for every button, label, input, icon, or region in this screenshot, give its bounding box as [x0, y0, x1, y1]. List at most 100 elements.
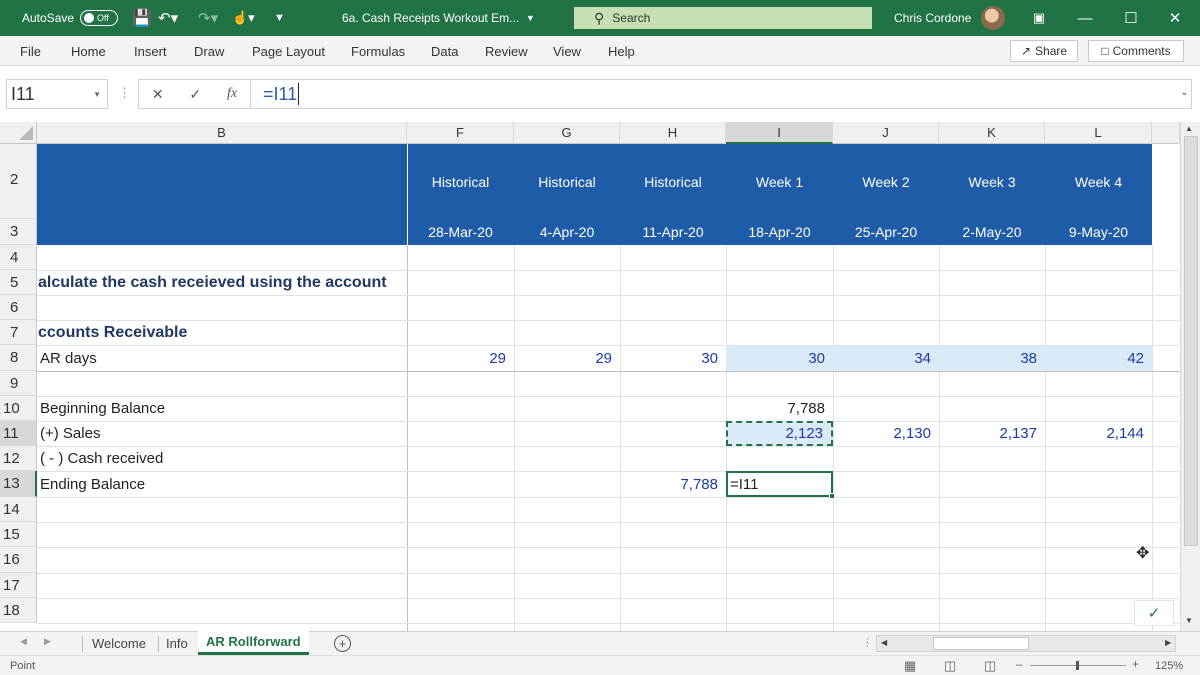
row-header-3[interactable]: 3	[0, 219, 37, 245]
sheet-tab-welcome[interactable]: Welcome	[84, 632, 154, 655]
ar-days-f[interactable]: 29	[407, 345, 514, 371]
tab-home[interactable]: Home	[71, 36, 106, 66]
autosave-control[interactable]: AutoSave Off	[22, 0, 119, 36]
row-header-2[interactable]: 2	[0, 144, 37, 219]
ar-days-j[interactable]: 34	[833, 345, 939, 371]
formula-input[interactable]: =I11	[250, 79, 1192, 109]
tab-data[interactable]: Data	[431, 36, 458, 66]
row-header-14[interactable]: 14	[0, 497, 37, 522]
normal-view-icon[interactable]: ▦	[904, 658, 916, 674]
undo-icon[interactable]: ↶▾	[158, 0, 178, 36]
beginning-balance-label[interactable]: Beginning Balance	[37, 396, 407, 421]
ending-balance-h[interactable]: 7,788	[620, 471, 726, 497]
ar-days-k[interactable]: 38	[939, 345, 1045, 371]
select-all-corner[interactable]	[0, 122, 37, 144]
next-sheet-icon[interactable]: ▶	[44, 636, 51, 647]
insert-function-icon[interactable]: fx	[227, 86, 237, 102]
tab-file[interactable]: File	[20, 36, 41, 66]
tab-insert[interactable]: Insert	[134, 36, 167, 66]
sales-l[interactable]: 2,144	[1045, 421, 1152, 446]
row-header-11[interactable]: 11	[0, 421, 37, 446]
tab-help[interactable]: Help	[608, 36, 635, 66]
user-name[interactable]: Chris Cordone	[894, 0, 971, 36]
ending-balance-label[interactable]: Ending Balance	[37, 471, 407, 497]
checkmark-icon[interactable]: ✓	[1134, 600, 1174, 626]
redo-icon[interactable]: ↷▾	[198, 0, 218, 36]
sales-k[interactable]: 2,137	[939, 421, 1045, 446]
ar-days-h[interactable]: 30	[620, 345, 726, 371]
cash-received-label[interactable]: ( - ) Cash received	[37, 446, 407, 471]
column-header-j[interactable]: J	[833, 122, 939, 144]
instruction-text[interactable]: alculate the cash receieved using the ac…	[37, 270, 407, 295]
ar-days-i[interactable]: 30	[726, 345, 833, 371]
sheet-tab-ar-rollforward[interactable]: AR Rollforward	[198, 631, 309, 655]
ar-days-g[interactable]: 29	[514, 345, 620, 371]
vertical-scrollbar[interactable]: ▲ ▼	[1180, 122, 1200, 631]
close-icon[interactable]: ✕	[1152, 0, 1198, 36]
maximize-icon[interactable]: ☐	[1108, 0, 1154, 36]
column-header-b[interactable]: B	[37, 122, 407, 144]
column-header-g[interactable]: G	[514, 122, 620, 144]
row-header-9[interactable]: 9	[0, 371, 37, 396]
expand-formula-icon[interactable]: ⌄	[1180, 87, 1188, 98]
ar-days-label[interactable]: AR days	[37, 345, 407, 371]
ar-days-l[interactable]: 42	[1045, 345, 1152, 371]
page-break-view-icon[interactable]: ◫	[984, 658, 996, 674]
comments-button[interactable]: □ Comments	[1088, 40, 1184, 62]
zoom-out-icon[interactable]: –	[1016, 657, 1023, 671]
column-header-l[interactable]: L	[1045, 122, 1152, 144]
row-header-15[interactable]: 15	[0, 522, 37, 547]
row-header-10[interactable]: 10	[0, 396, 37, 421]
row-header-16[interactable]: 16	[0, 547, 37, 573]
row-header-5[interactable]: 5	[0, 270, 37, 295]
tab-review[interactable]: Review	[485, 36, 528, 66]
beginning-balance-i[interactable]: 7,788	[726, 396, 833, 421]
column-header-k[interactable]: K	[939, 122, 1045, 144]
page-layout-view-icon[interactable]: ◫	[944, 658, 956, 674]
cancel-icon[interactable]: ✕	[152, 86, 164, 103]
zoom-slider-thumb[interactable]	[1076, 661, 1079, 670]
sales-i[interactable]: 2,123	[726, 421, 833, 446]
enter-icon[interactable]: ✓	[189, 86, 201, 103]
row-header-4[interactable]: 4	[0, 245, 37, 270]
scroll-right-icon[interactable]: ▶	[1165, 638, 1171, 647]
zoom-in-icon[interactable]: +	[1132, 657, 1139, 671]
column-header-h[interactable]: H	[620, 122, 726, 144]
document-title[interactable]: 6a. Cash Receipts Workout Em... ▼	[342, 0, 535, 36]
row-header-18[interactable]: 18	[0, 598, 37, 623]
share-button[interactable]: ↗ Share	[1010, 40, 1078, 62]
sales-j[interactable]: 2,130	[833, 421, 939, 446]
zoom-level[interactable]: 125%	[1155, 660, 1183, 672]
ribbon-display-icon[interactable]: ▣	[1016, 0, 1062, 36]
tab-view[interactable]: View	[553, 36, 581, 66]
row-header-8[interactable]: 8	[0, 345, 37, 371]
row-header-7[interactable]: 7	[0, 320, 37, 345]
tab-draw[interactable]: Draw	[194, 36, 224, 66]
section-title[interactable]: ccounts Receivable	[37, 320, 407, 345]
search-box[interactable]: ⚲ Search	[574, 7, 872, 29]
sheet-tab-info[interactable]: Info	[158, 632, 196, 655]
minimize-icon[interactable]: —	[1062, 0, 1108, 36]
row-header-6[interactable]: 6	[0, 295, 37, 320]
customize-qat-icon[interactable]: ▼	[274, 0, 285, 36]
autosave-toggle[interactable]: Off	[80, 10, 119, 26]
touch-mode-icon[interactable]: ☝▾	[232, 0, 255, 36]
save-icon[interactable]: 💾	[132, 0, 152, 36]
sales-label[interactable]: (+) Sales	[37, 421, 407, 446]
column-header-i[interactable]: I	[726, 122, 833, 144]
scroll-left-icon[interactable]: ◀	[881, 638, 887, 647]
tab-page-layout[interactable]: Page Layout	[252, 36, 325, 66]
tab-split-grip-icon[interactable]: ⋮	[862, 636, 873, 649]
scroll-thumb[interactable]	[1184, 136, 1198, 546]
avatar[interactable]	[981, 6, 1005, 30]
horizontal-scroll-thumb[interactable]	[933, 637, 1029, 650]
row-header-17[interactable]: 17	[0, 573, 37, 598]
prev-sheet-icon[interactable]: ◀	[20, 636, 27, 647]
scroll-down-icon[interactable]: ▼	[1185, 616, 1193, 625]
column-header-f[interactable]: F	[407, 122, 514, 144]
add-sheet-icon[interactable]: +	[334, 635, 351, 652]
horizontal-scrollbar[interactable]: ◀ ▶	[876, 635, 1176, 652]
active-cell-i13[interactable]: =I11	[726, 471, 833, 497]
row-header-12[interactable]: 12	[0, 446, 37, 471]
row-header-13[interactable]: 13	[0, 471, 37, 497]
